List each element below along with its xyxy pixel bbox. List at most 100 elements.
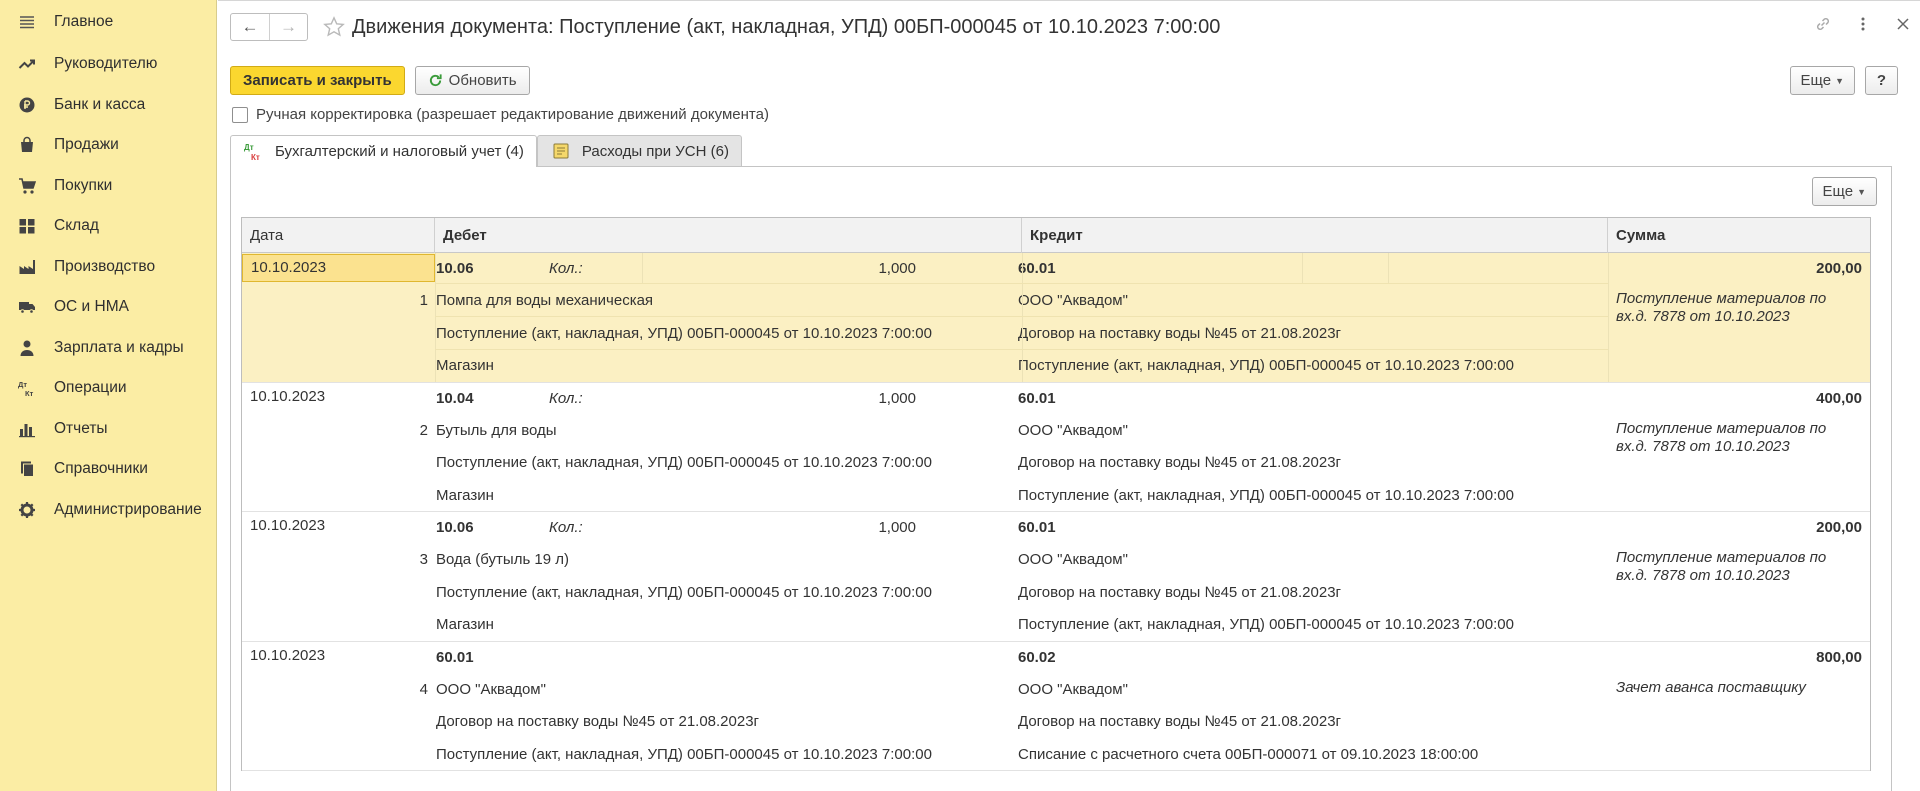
debit-account[interactable]: 60.01 [436, 648, 474, 668]
quantity-value[interactable]: 1,000 [856, 259, 916, 279]
table-row[interactable]: 10.10.2023 4 60.01 ООО "Аквадом" Договор на … [242, 642, 1870, 771]
debit-account[interactable]: 10.04 [436, 389, 474, 409]
sidebar-item-6[interactable]: Производство [0, 247, 216, 288]
credit-account[interactable]: 60.02 [1018, 648, 1056, 668]
row-sum[interactable]: 200,00 [1816, 518, 1862, 538]
column-header-date[interactable]: Дата [242, 218, 435, 253]
debit-subconto-2[interactable]: Поступление (акт, накладная, УПД) 00БП-0… [436, 453, 932, 473]
table-row[interactable]: 10.10.2023 2 10.04 Кол.: 1,000 Бутыль для вод… [242, 383, 1870, 512]
sidebar-item-label: Склад [54, 217, 99, 235]
tabs: Дт Кт Бухгалтерский и налоговый учет (4) … [230, 135, 742, 167]
sidebar-item-label: Справочники [54, 460, 148, 478]
chevron-down-icon: ▼ [1857, 186, 1866, 197]
debit-subconto-3[interactable]: Магазин [436, 615, 494, 635]
credit-subconto-2[interactable]: Договор на поставку воды №45 от 21.08.20… [1018, 712, 1341, 732]
ledger-icon [550, 141, 572, 161]
menu-icon [18, 13, 36, 31]
table-more-button[interactable]: Еще ▼ [1811, 177, 1877, 206]
debit-subconto-3[interactable]: Поступление (акт, накладная, УПД) 00БП-0… [436, 745, 932, 765]
debit-subconto-2[interactable]: Договор на поставку воды №45 от 21.08.20… [436, 712, 759, 732]
sidebar-item-label: Операции [54, 379, 127, 397]
shopping-bag-icon [18, 136, 36, 154]
column-header-debit[interactable]: Дебет [435, 218, 1022, 253]
debit-subconto-1[interactable]: ООО "Аквадом" [436, 680, 546, 700]
save-and-close-button[interactable]: Записать и закрыть [230, 66, 405, 95]
debit-subconto-2[interactable]: Поступление (акт, накладная, УПД) 00БП-0… [436, 324, 932, 344]
more-button[interactable]: Еще ▼ [1789, 66, 1855, 95]
page-title: Движения документа: Поступление (акт, на… [352, 15, 1221, 38]
entries-table: Дата Дебет Кредит Сумма 10.10.2023 1 10.06… [241, 217, 1871, 771]
row-sum[interactable]: 800,00 [1816, 648, 1862, 668]
row-content[interactable]: Поступление материалов по вх.д. 7878 от … [1616, 549, 1846, 585]
debit-subconto-2[interactable]: Поступление (акт, накладная, УПД) 00БП-0… [436, 583, 932, 603]
sidebar-item-2[interactable]: Банк и касса [0, 85, 216, 126]
forward-button[interactable]: → [269, 14, 307, 40]
debit-subconto-3[interactable]: Магазин [436, 356, 494, 376]
tab-usn-expenses[interactable]: Расходы при УСН (6) [536, 135, 742, 166]
debit-subconto-3[interactable]: Магазин [436, 486, 494, 506]
debit-subconto-1[interactable]: Бутыль для воды [436, 421, 557, 441]
sidebar-item-7[interactable]: ОС и НМА [0, 287, 216, 328]
credit-account[interactable]: 60.01 [1018, 518, 1056, 538]
credit-subconto-3[interactable]: Поступление (акт, накладная, УПД) 00БП-0… [1018, 615, 1514, 635]
credit-subconto-2[interactable]: Договор на поставку воды №45 от 21.08.20… [1018, 583, 1341, 603]
credit-account[interactable]: 60.01 [1018, 259, 1056, 279]
row-content[interactable]: Поступление материалов по вх.д. 7878 от … [1616, 290, 1846, 326]
sidebar-item-10[interactable]: Отчеты [0, 409, 216, 450]
column-header-credit[interactable]: Кредит [1022, 218, 1608, 253]
tab-accounting[interactable]: Дт Кт Бухгалтерский и налоговый учет (4) [230, 135, 537, 167]
svg-text:Кт: Кт [251, 153, 260, 162]
back-button[interactable]: ← [231, 14, 269, 40]
column-header-sum[interactable]: Сумма [1608, 218, 1870, 253]
form-toolbar: Записать и закрыть Обновить [230, 66, 530, 95]
sidebar-item-12[interactable]: Администрирование [0, 490, 216, 531]
close-icon[interactable] [1894, 15, 1912, 33]
credit-account[interactable]: 60.01 [1018, 389, 1056, 409]
more-label: Еще [1800, 72, 1832, 89]
sidebar-item-5[interactable]: Склад [0, 206, 216, 247]
row-number: 2 [419, 421, 428, 439]
sidebar-item-4[interactable]: Покупки [0, 166, 216, 207]
row-sum[interactable]: 400,00 [1816, 389, 1862, 409]
link-icon[interactable] [1814, 15, 1832, 33]
credit-subconto-2[interactable]: Договор на поставку воды №45 от 21.08.20… [1018, 453, 1341, 473]
credit-subconto-3[interactable]: Поступление (акт, накладная, УПД) 00БП-0… [1018, 356, 1514, 376]
svg-text:Дт: Дт [18, 380, 27, 389]
debit-subconto-1[interactable]: Помпа для воды механическая [436, 291, 653, 311]
sidebar-item-1[interactable]: Руководителю [0, 44, 216, 85]
row-date[interactable]: 10.10.2023 [242, 254, 435, 282]
debit-account[interactable]: 10.06 [436, 518, 474, 538]
table-row[interactable]: 10.10.2023 1 10.06 Кол.: 1,000 Помпа для воды… [242, 253, 1870, 383]
trend-icon [18, 55, 36, 73]
sidebar-item-11[interactable]: Справочники [0, 449, 216, 490]
debit-subconto-1[interactable]: Вода (бутыль 19 л) [436, 550, 569, 570]
manual-edit-label[interactable]: Ручная корректировка (разрешает редактир… [256, 106, 769, 123]
debit-account[interactable]: 10.06 [436, 259, 474, 279]
sidebar-item-0[interactable]: Главное [0, 0, 216, 44]
quantity-value[interactable]: 1,000 [856, 518, 916, 538]
credit-subconto-3[interactable]: Списание с расчетного счета 00БП-000071 … [1018, 745, 1478, 765]
row-sum[interactable]: 200,00 [1816, 259, 1862, 279]
more-actions-icon[interactable] [1854, 15, 1872, 33]
credit-subconto-1[interactable]: ООО "Аквадом" [1018, 291, 1128, 311]
favorite-star-icon[interactable] [322, 15, 346, 39]
row-content[interactable]: Зачет аванса поставщику [1616, 679, 1846, 697]
credit-subconto-1[interactable]: ООО "Аквадом" [1018, 421, 1128, 441]
manual-edit-checkbox[interactable] [232, 106, 248, 123]
help-button[interactable]: ? [1865, 66, 1898, 95]
credit-subconto-1[interactable]: ООО "Аквадом" [1018, 550, 1128, 570]
credit-subconto-1[interactable]: ООО "Аквадом" [1018, 680, 1128, 700]
credit-subconto-2[interactable]: Договор на поставку воды №45 от 21.08.20… [1018, 324, 1341, 344]
sidebar-item-9[interactable]: Дт Кт Операции [0, 368, 216, 409]
quantity-value[interactable]: 1,000 [856, 389, 916, 409]
row-date[interactable]: 10.10.2023 [242, 384, 435, 412]
refresh-button[interactable]: Обновить [414, 66, 530, 95]
window-controls [1814, 15, 1912, 33]
credit-subconto-3[interactable]: Поступление (акт, накладная, УПД) 00БП-0… [1018, 486, 1514, 506]
row-date[interactable]: 10.10.2023 [242, 513, 435, 541]
sidebar-item-3[interactable]: Продажи [0, 125, 216, 166]
sidebar-item-8[interactable]: Зарплата и кадры [0, 328, 216, 369]
row-content[interactable]: Поступление материалов по вх.д. 7878 от … [1616, 420, 1846, 456]
row-date[interactable]: 10.10.2023 [242, 643, 435, 671]
table-row[interactable]: 10.10.2023 3 10.06 Кол.: 1,000 Вода (бутыль 1… [242, 512, 1870, 642]
